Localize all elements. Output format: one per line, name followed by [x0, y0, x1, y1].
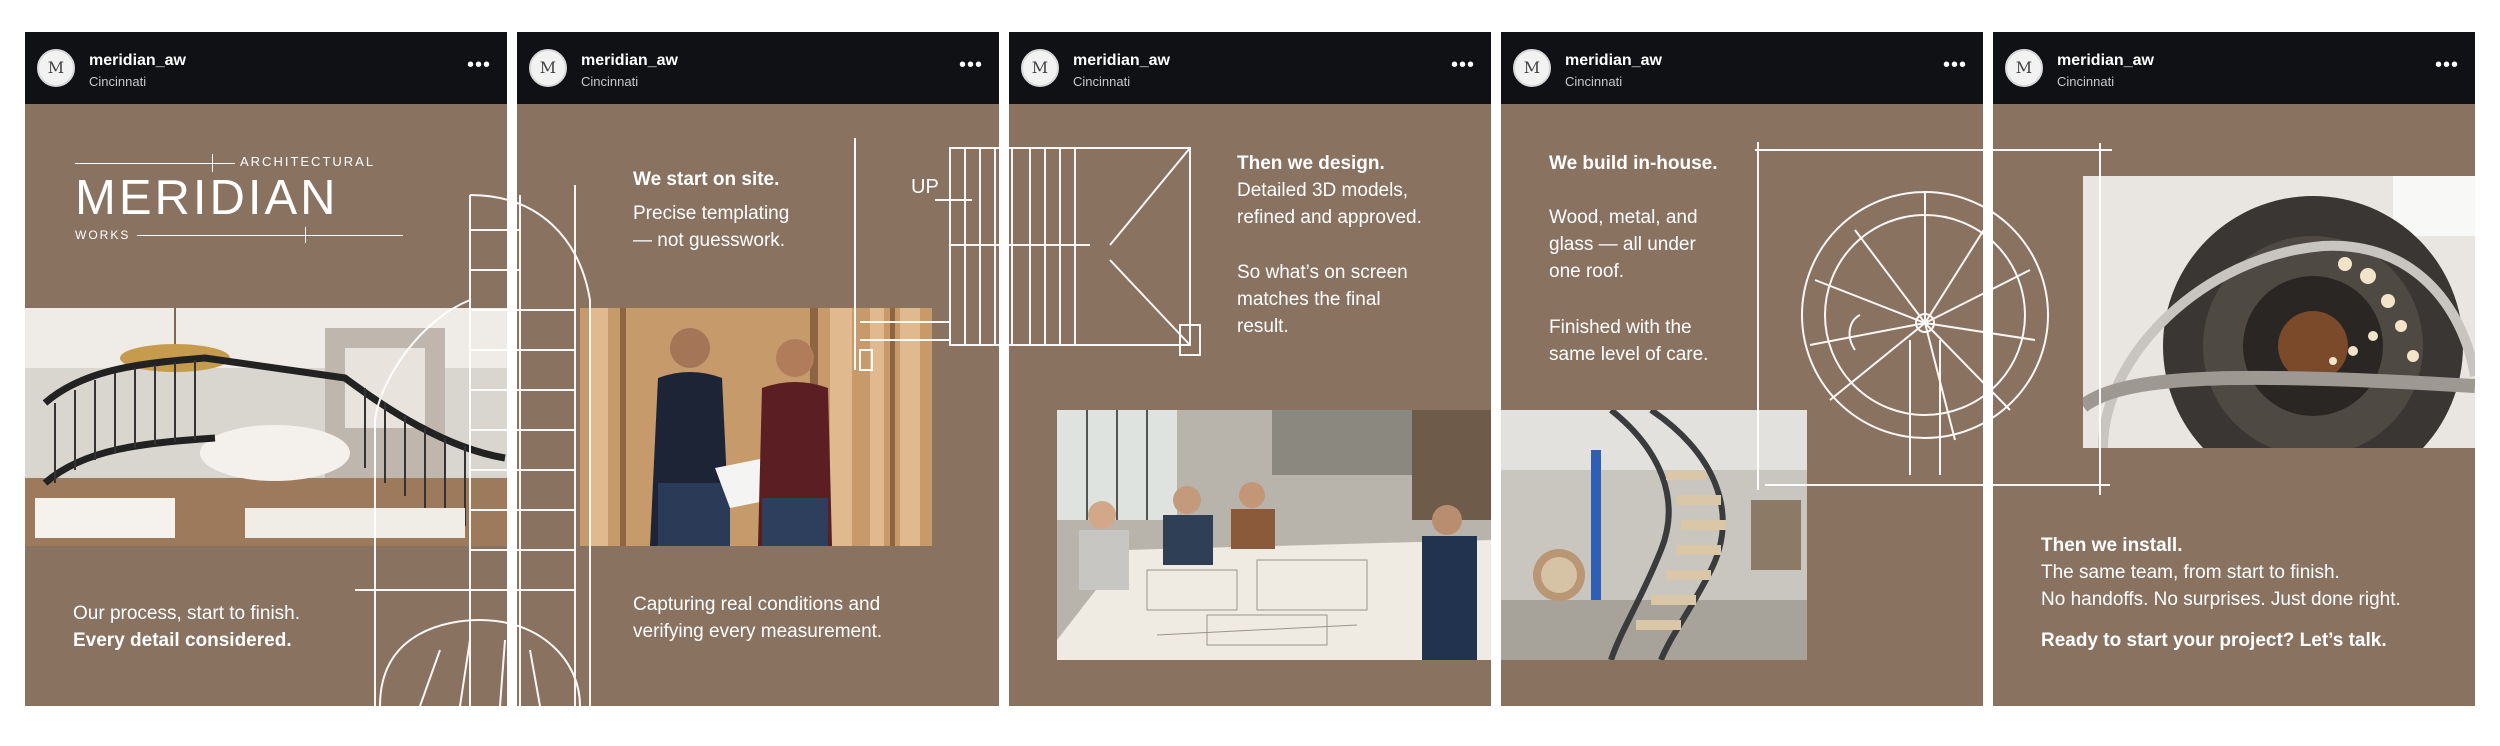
location[interactable]: Cincinnati — [89, 74, 146, 89]
username[interactable]: meridian_aw — [1073, 52, 1170, 70]
post-4-body-1: Wood, metal, and glass — all under one r… — [1549, 207, 1698, 282]
workshop-photo[interactable] — [1501, 410, 1807, 660]
avatar[interactable]: M — [2005, 49, 2043, 87]
more-options-icon[interactable]: ••• — [467, 54, 491, 77]
post-2-caption: Capturing real conditions and verifying … — [633, 594, 883, 642]
post-2-body: Precise templating — not guesswork. — [633, 203, 790, 251]
staircase-photo[interactable] — [25, 308, 507, 546]
username[interactable]: meridian_aw — [581, 52, 678, 70]
logo-sub: WORKS — [75, 228, 131, 242]
post-4: M meridian_aw Cincinnati ••• We build in… — [1501, 32, 1983, 706]
post-header: M meridian_aw Cincinnati ••• — [1993, 32, 2475, 104]
username[interactable]: meridian_aw — [89, 52, 186, 70]
post-1-caption-line-2: Every detail considered. — [73, 630, 292, 651]
post-header: M meridian_aw Cincinnati ••• — [25, 32, 507, 104]
post-2-heading: We start on site. — [633, 169, 780, 190]
avatar[interactable]: M — [529, 49, 567, 87]
more-options-icon[interactable]: ••• — [1943, 54, 1967, 77]
location[interactable]: Cincinnati — [1565, 74, 1622, 89]
spiral-staircase-photo[interactable] — [2083, 176, 2475, 448]
site-measurement-photo[interactable] — [580, 308, 932, 546]
avatar[interactable]: M — [37, 49, 75, 87]
post-3-heading: Then we design. — [1237, 153, 1385, 174]
post-5-body: The same team, from start to finish. No … — [2041, 562, 2401, 610]
username[interactable]: meridian_aw — [2057, 52, 2154, 70]
post-4-body-2: Finished with the same level of care. — [1549, 317, 1709, 365]
post-5: M meridian_aw Cincinnati ••• Then we ins… — [1993, 32, 2475, 706]
more-options-icon[interactable]: ••• — [959, 54, 983, 77]
post-3-body-2: So what’s on screen matches the final re… — [1237, 262, 1408, 337]
post-1-caption-line-1: Our process, start to finish. — [73, 603, 301, 624]
more-options-icon[interactable]: ••• — [1451, 54, 1475, 77]
logo-top-word: ARCHITECTURAL — [240, 154, 376, 169]
post-3: M meridian_aw Cincinnati ••• Then we des… — [1009, 32, 1491, 706]
more-options-icon[interactable]: ••• — [2435, 54, 2459, 77]
sketch-label-up: UP — [911, 176, 939, 198]
post-header: M meridian_aw Cincinnati ••• — [1501, 32, 1983, 104]
post-header: M meridian_aw Cincinnati ••• — [1009, 32, 1491, 104]
post-5-cta: Ready to start your project? Let’s talk. — [2041, 630, 2387, 651]
post-1: M meridian_aw Cincinnati ••• ARCHITECTUR… — [25, 32, 507, 706]
logo-main: MERIDIAN — [75, 171, 339, 225]
post-2: M meridian_aw Cincinnati ••• We start on… — [517, 32, 999, 706]
location[interactable]: Cincinnati — [1073, 74, 1130, 89]
post-4-heading: We build in-house. — [1549, 153, 1718, 174]
brand-logo: ARCHITECTURAL MERIDIAN WORKS — [75, 150, 405, 243]
post-header: M meridian_aw Cincinnati ••• — [517, 32, 999, 104]
location[interactable]: Cincinnati — [581, 74, 638, 89]
location[interactable]: Cincinnati — [2057, 74, 2114, 89]
design-studio-photo[interactable] — [1057, 410, 1491, 660]
avatar[interactable]: M — [1021, 49, 1059, 87]
post-3-body-1: Detailed 3D models, refined and approved… — [1237, 180, 1422, 228]
avatar[interactable]: M — [1513, 49, 1551, 87]
username[interactable]: meridian_aw — [1565, 52, 1662, 70]
post-5-heading: Then we install. — [2041, 535, 2183, 556]
